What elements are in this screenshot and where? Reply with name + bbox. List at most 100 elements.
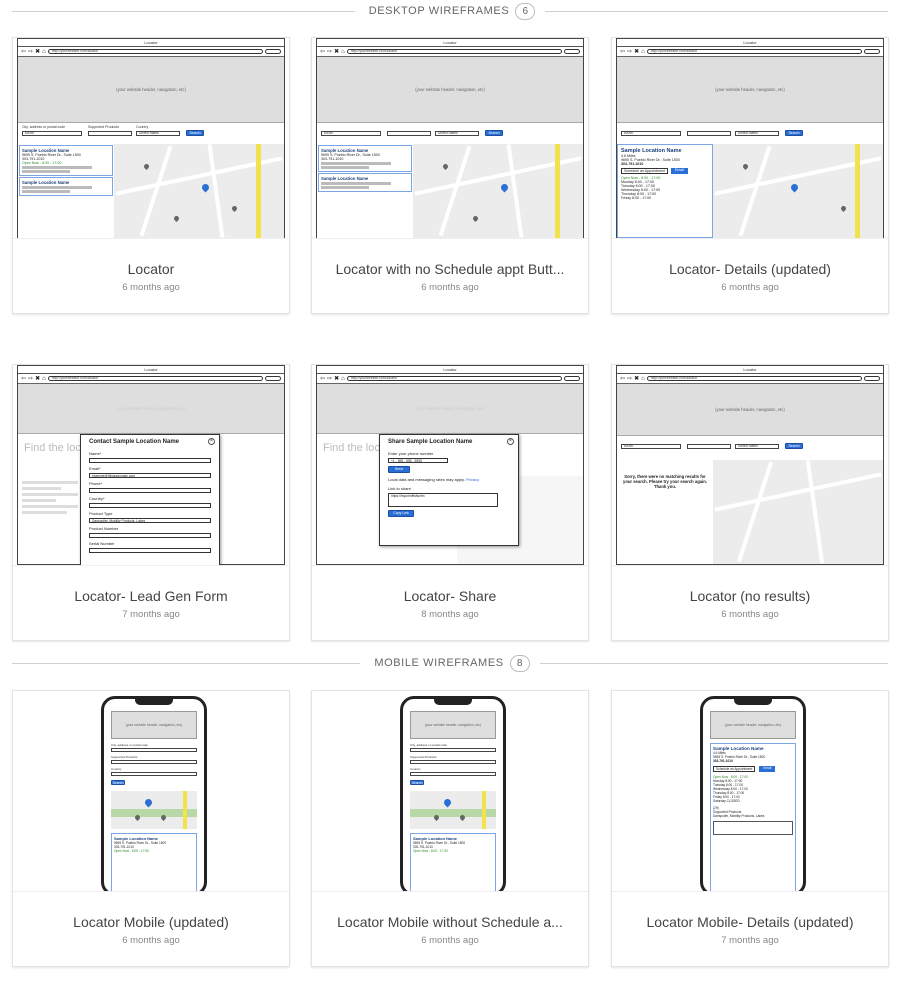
divider bbox=[612, 238, 888, 239]
card-title[interactable]: Locator- Share bbox=[320, 588, 580, 604]
field-label: Country* bbox=[89, 496, 105, 501]
wireframe-thumbnail: (your website header, navigation, etc) S… bbox=[616, 691, 884, 891]
card-date: 6 months ago bbox=[122, 282, 180, 293]
forward-icon: ⇨ bbox=[327, 376, 333, 382]
close-icon: ✖ bbox=[634, 49, 640, 55]
product-type-select: Danspoiler, Mobility Products, Lakes bbox=[89, 518, 211, 523]
map-area bbox=[114, 144, 284, 238]
country-select: United States bbox=[735, 444, 779, 449]
back-icon: ⇦ bbox=[620, 376, 626, 382]
divider bbox=[539, 662, 889, 664]
search-form: 80090 United States Search bbox=[617, 123, 883, 143]
wireframe-card-no-results[interactable]: Locator ⇦ ⇨ ✖ ⌂ http://yourwebsite.com/loca… bbox=[611, 364, 889, 641]
products-select bbox=[88, 131, 132, 136]
results-list: Sample Location Name 9695 S. Pueblo Rive… bbox=[317, 144, 413, 238]
map-area bbox=[713, 460, 883, 564]
email-button: Email bbox=[759, 766, 776, 772]
field-label: Product Type bbox=[89, 511, 113, 516]
results-list: Sample Location Name 9695 S. Pueblo Rive… bbox=[18, 144, 114, 238]
card-title[interactable]: Locator with no Schedule appt Butt... bbox=[320, 261, 580, 277]
city-input: 80090 bbox=[621, 444, 681, 449]
find-location-heading: Find the loc bbox=[24, 442, 81, 454]
wireframe-card-share[interactable]: Locator ⇦ ⇨ ✖ ⌂ http://yourwebsite.com/loca… bbox=[311, 364, 589, 641]
country-label: Country bbox=[136, 125, 149, 129]
browser-search-box bbox=[265, 376, 281, 381]
list-item: Sample Location Name 9695 S. Pueblo Rive… bbox=[410, 833, 496, 891]
browser-mockup: Locator ⇦ ⇨ ✖ ⌂ http://yourwebsite.com/loca… bbox=[316, 38, 584, 238]
hours-row: Saturday CLOSED bbox=[713, 799, 740, 803]
list-item: Sample Location Name bbox=[318, 173, 412, 192]
divider bbox=[13, 238, 289, 239]
forward-icon: ⇨ bbox=[627, 49, 633, 55]
card-title[interactable]: Locator- Details (updated) bbox=[620, 261, 880, 277]
forward-icon: ⇨ bbox=[28, 49, 34, 55]
card-title[interactable]: Locator Mobile without Schedule a... bbox=[320, 914, 580, 930]
header-placeholder: (your website header, navigation, etc) bbox=[710, 711, 796, 739]
map-area bbox=[410, 791, 496, 829]
card-date: 6 months ago bbox=[421, 935, 479, 946]
search-button: Search bbox=[186, 130, 204, 136]
close-icon: ✖ bbox=[334, 49, 340, 55]
home-icon: ⌂ bbox=[341, 375, 345, 382]
card-title[interactable]: Locator Mobile- Details (updated) bbox=[620, 914, 880, 930]
field-label: Name* bbox=[89, 451, 102, 456]
map-area bbox=[111, 791, 197, 829]
list-item: Sample Location Name 9695 S. Pueblo Rive… bbox=[111, 833, 197, 891]
find-location-heading: Find the loc bbox=[323, 442, 380, 454]
city-input: 80090 bbox=[621, 131, 681, 136]
card-title[interactable]: Locator Mobile (updated) bbox=[21, 914, 281, 930]
browser-mockup: Locator ⇦ ⇨ ✖ ⌂ http://yourwebsite.com/loca… bbox=[17, 365, 285, 565]
wireframe-thumbnail: Locator ⇦ ⇨ ✖ ⌂ http://yourwebsite.com/loca… bbox=[17, 365, 285, 565]
divider bbox=[612, 891, 888, 892]
browser-search-box bbox=[564, 49, 580, 54]
link-label: Link to share bbox=[388, 486, 411, 491]
browser-nav: ⇦ ⇨ ✖ ⌂ http://yourwebsite.com/locator bbox=[617, 47, 883, 57]
divider bbox=[312, 565, 588, 566]
wireframe-thumbnail: Locator ⇦ ⇨ ✖ ⌂ http://yourwebsite.com/loca… bbox=[616, 365, 884, 565]
divider bbox=[612, 565, 888, 566]
home-icon: ⌂ bbox=[42, 48, 46, 55]
privacy-link: Privacy bbox=[465, 477, 480, 482]
section-title: MOBILE WIREFRAMES bbox=[374, 657, 504, 669]
wireframe-card-mobile-no-schedule[interactable]: (your website header, navigation, etc) C… bbox=[311, 690, 589, 967]
url-bar: http://yourwebsite.com/locator bbox=[346, 49, 562, 54]
wireframe-card-locator-no-schedule[interactable]: Locator ⇦ ⇨ ✖ ⌂ http://yourwebsite.com/loca… bbox=[311, 37, 589, 314]
close-icon: × bbox=[208, 438, 215, 445]
card-title[interactable]: Locator- Lead Gen Form bbox=[21, 588, 281, 604]
header-placeholder: (your website header, navigation, etc) bbox=[617, 384, 883, 436]
products-select bbox=[111, 760, 197, 764]
header-placeholder: (your website header, navigation, etc) bbox=[317, 384, 583, 434]
browser-nav: ⇦ ⇨ ✖ ⌂ http://yourwebsite.com/locator bbox=[317, 374, 583, 384]
details-panel: Sample Location Name 4.6 Miles 9695 S. P… bbox=[710, 743, 796, 891]
desktop-section-header: DESKTOP WIREFRAMES 6 bbox=[12, 0, 888, 22]
card-title[interactable]: Locator (no results) bbox=[620, 588, 880, 604]
window-title: Locator bbox=[18, 39, 284, 47]
header-placeholder: (your website header, navigation, etc) bbox=[410, 711, 496, 739]
wireframe-card-mobile-details[interactable]: (your website header, navigation, etc) S… bbox=[611, 690, 889, 967]
wireframe-card-mobile[interactable]: (your website header, navigation, etc) C… bbox=[12, 690, 290, 967]
details-panel: Sample Location Name 4.6 Miles 9695 S. P… bbox=[617, 144, 713, 238]
window-title: Locator bbox=[18, 366, 284, 374]
home-icon: ⌂ bbox=[641, 375, 645, 382]
home-icon: ⌂ bbox=[42, 375, 46, 382]
wireframe-card-locator[interactable]: Locator ⇦ ⇨ ✖ ⌂ http://yourwebsite.com/loca… bbox=[12, 37, 290, 314]
country-label: Country bbox=[410, 767, 421, 771]
wireframe-thumbnail: Locator ⇦ ⇨ ✖ ⌂ http://yourwebsite.com/loca… bbox=[316, 365, 584, 565]
wireframe-card-lead-gen-form[interactable]: Locator ⇦ ⇨ ✖ ⌂ http://yourwebsite.com/loca… bbox=[12, 364, 290, 641]
card-title[interactable]: Locator bbox=[21, 261, 281, 277]
map-area bbox=[413, 144, 583, 238]
browser-mockup: Locator ⇦ ⇨ ✖ ⌂ http://yourwebsite.com/loca… bbox=[316, 365, 584, 565]
send-button: Send bbox=[388, 466, 410, 473]
home-icon: ⌂ bbox=[641, 48, 645, 55]
url-bar: http://yourwebsite.com/locator bbox=[47, 49, 263, 54]
count-badge: 6 bbox=[515, 2, 536, 20]
close-icon: ✖ bbox=[634, 376, 640, 382]
wireframe-thumbnail: (your website header, navigation, etc) C… bbox=[17, 691, 285, 891]
divider bbox=[13, 565, 289, 566]
wireframe-card-locator-details[interactable]: Locator ⇦ ⇨ ✖ ⌂ http://yourwebsite.com/loca… bbox=[611, 37, 889, 314]
city-label: City, address or postal code bbox=[111, 743, 148, 747]
list-item: Sample Location Name 9695 S. Pueblo Rive… bbox=[318, 145, 412, 172]
search-button: Search bbox=[785, 130, 803, 136]
image-placeholder bbox=[713, 821, 793, 835]
map-area bbox=[713, 144, 883, 238]
